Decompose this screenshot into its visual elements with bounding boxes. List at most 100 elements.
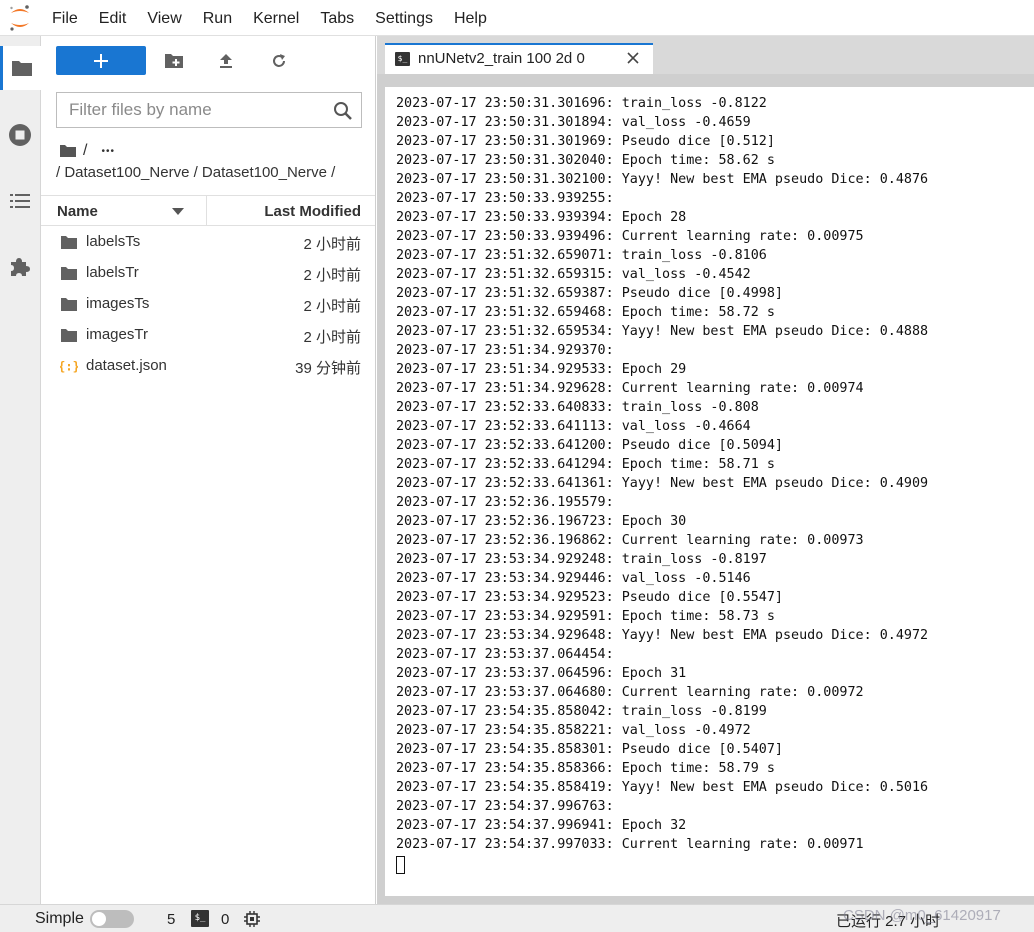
terminal-output[interactable]: 2023-07-17 23:50:31.301696: train_loss -…	[385, 87, 1034, 896]
cpu-icon[interactable]	[243, 910, 261, 928]
terminal-line: 2023-07-17 23:51:32.659387: Pseudo dice …	[396, 286, 783, 301]
tab-terminal[interactable]: $_ nnUNetv2_train 100 2d 0	[385, 43, 653, 74]
terminal-line: 2023-07-17 23:50:31.302100: Yayy! New be…	[396, 172, 929, 187]
menu-kernel[interactable]: Kernel	[253, 0, 299, 36]
new-folder-button[interactable]	[163, 50, 185, 72]
terminal-line: 2023-07-17 23:52:36.196862: Current lear…	[396, 533, 864, 548]
table-of-contents-tab[interactable]	[0, 179, 40, 223]
terminal-line: 2023-07-17 23:50:33.939394: Epoch 28	[396, 210, 687, 225]
file-name: dataset.json	[86, 357, 167, 374]
terminal-line: 2023-07-17 23:52:33.641113: val_loss -0.…	[396, 419, 751, 434]
file-modified: 2 小时前	[303, 267, 361, 284]
column-name[interactable]: Name	[57, 203, 98, 220]
upload-icon	[220, 54, 232, 68]
terminal-line: 2023-07-17 23:54:37.996763:	[396, 799, 614, 814]
main-menu: File Edit View Run Kernel Tabs Settings …	[52, 0, 508, 36]
terminal-count[interactable]: 0	[221, 911, 229, 928]
file-row-imagesTs[interactable]: imagesTs 2 小时前	[41, 289, 375, 320]
menu-edit[interactable]: Edit	[99, 0, 127, 36]
terminal-lines: 2023-07-17 23:50:31.301696: train_loss -…	[396, 94, 928, 854]
file-browser-panel: + / ••• / Dataset100_Nerve / Dataset100_…	[41, 36, 376, 904]
file-row-dataset-json[interactable]: {:} dataset.json 39 分钟前	[41, 351, 375, 382]
terminal-line: 2023-07-17 23:50:31.301969: Pseudo dice …	[396, 134, 775, 149]
filter-box	[56, 92, 362, 128]
menu-help[interactable]: Help	[454, 0, 487, 36]
terminal-line: 2023-07-17 23:53:34.929248: train_loss -…	[396, 552, 767, 567]
file-modified: 2 小时前	[303, 236, 361, 253]
extension-icon	[11, 258, 30, 276]
file-browser-tab[interactable]	[0, 46, 41, 90]
file-row-labelsTr[interactable]: labelsTr 2 小时前	[41, 258, 375, 289]
terminal-line: 2023-07-17 23:51:32.659468: Epoch time: …	[396, 305, 775, 320]
file-name: labelsTr	[86, 264, 139, 281]
menu-tabs[interactable]: Tabs	[320, 0, 354, 36]
folder-icon	[60, 296, 78, 312]
activity-bar	[0, 36, 41, 904]
terminal-line: 2023-07-17 23:54:37.997033: Current lear…	[396, 837, 864, 852]
refresh-icon	[273, 54, 285, 67]
breadcrumb: / •••	[59, 140, 115, 162]
breadcrumb-path[interactable]: / Dataset100_Nerve / Dataset100_Nerve /	[56, 164, 335, 181]
breadcrumb-ellipsis[interactable]: •••	[101, 146, 115, 157]
file-row-labelsTs[interactable]: labelsTs 2 小时前	[41, 227, 375, 258]
terminal-line: 2023-07-17 23:52:33.641361: Yayy! New be…	[396, 476, 929, 491]
breadcrumb-root[interactable]: /	[83, 142, 87, 160]
terminal-line: 2023-07-17 23:53:34.929648: Yayy! New be…	[396, 628, 929, 643]
terminal-line: 2023-07-17 23:52:33.641294: Epoch time: …	[396, 457, 775, 472]
menu-file[interactable]: File	[52, 0, 78, 36]
terminal-line: 2023-07-17 23:53:34.929446: val_loss -0.…	[396, 571, 751, 586]
terminal-line: 2023-07-17 23:50:31.301894: val_loss -0.…	[396, 115, 751, 130]
filter-files-input[interactable]	[57, 93, 327, 127]
tab-title: nnUNetv2_train 100 2d 0	[418, 50, 585, 67]
terminal-line: 2023-07-17 23:50:33.939496: Current lear…	[396, 229, 864, 244]
column-divider	[206, 196, 207, 226]
terminal-line: 2023-07-17 23:52:36.196723: Epoch 30	[396, 514, 687, 529]
file-name: imagesTs	[86, 295, 150, 312]
status-bar: Simple 5 $_ 0 已运行 2.7 小时 CSDN @m0_614209…	[0, 904, 1034, 932]
terminal-line: 2023-07-17 23:54:35.858221: val_loss -0.…	[396, 723, 751, 738]
upload-button[interactable]	[215, 50, 237, 72]
terminal-line: 2023-07-17 23:53:37.064596: Epoch 31	[396, 666, 687, 681]
extension-manager-tab[interactable]	[0, 245, 40, 289]
terminal-line: 2023-07-17 23:52:33.640833: train_loss -…	[396, 400, 759, 415]
running-sessions-tab[interactable]	[0, 113, 40, 157]
new-launcher-button[interactable]: +	[56, 46, 146, 75]
terminal-cursor	[396, 856, 405, 874]
new-folder-icon	[165, 54, 183, 68]
file-list: labelsTs 2 小时前 labelsTr 2 小时前 imagesTs 2…	[41, 227, 375, 382]
column-last-modified[interactable]: Last Modified	[264, 203, 361, 220]
terminal-line: 2023-07-17 23:50:31.302040: Epoch time: …	[396, 153, 775, 168]
close-icon[interactable]	[625, 50, 641, 66]
file-modified: 2 小时前	[303, 298, 361, 315]
kernel-count[interactable]: 5	[167, 911, 175, 928]
sort-caret-down-icon[interactable]	[172, 208, 184, 216]
terminal-line: 2023-07-17 23:50:33.939255:	[396, 191, 614, 206]
menu-run[interactable]: Run	[203, 0, 232, 36]
file-row-imagesTr[interactable]: imagesTr 2 小时前	[41, 320, 375, 351]
svg-text:{:}: {:}	[60, 360, 78, 374]
terminal-line: 2023-07-17 23:54:35.858042: train_loss -…	[396, 704, 767, 719]
file-name: labelsTs	[86, 233, 141, 250]
file-modified: 2 小时前	[303, 329, 361, 346]
terminal-line: 2023-07-17 23:52:36.195579:	[396, 495, 614, 510]
jupyter-logo	[8, 4, 32, 32]
terminal-line: 2023-07-17 23:53:37.064454:	[396, 647, 614, 662]
terminal-line: 2023-07-17 23:54:35.858301: Pseudo dice …	[396, 742, 783, 757]
folder-icon	[60, 327, 78, 343]
terminal-line: 2023-07-17 23:54:35.858419: Yayy! New be…	[396, 780, 929, 795]
terminal-line: 2023-07-17 23:53:37.064680: Current lear…	[396, 685, 864, 700]
breadcrumb-home-folder-icon[interactable]	[59, 144, 77, 158]
refresh-button[interactable]	[268, 50, 290, 72]
terminal-line: 2023-07-17 23:52:33.641200: Pseudo dice …	[396, 438, 783, 453]
terminal-line: 2023-07-17 23:51:34.929628: Current lear…	[396, 381, 864, 396]
plus-icon	[94, 53, 108, 68]
terminal-line: 2023-07-17 23:53:34.929591: Epoch time: …	[396, 609, 775, 624]
main-dock-area: $_ nnUNetv2_train 100 2d 0 2023-07-17 23…	[377, 36, 1034, 904]
toc-icon	[10, 194, 30, 208]
terminal-line: 2023-07-17 23:51:32.659315: val_loss -0.…	[396, 267, 751, 282]
menu-view[interactable]: View	[147, 0, 181, 36]
file-name: imagesTr	[86, 326, 148, 343]
menu-settings[interactable]: Settings	[375, 0, 433, 36]
terminal-icon[interactable]: $_	[191, 910, 209, 927]
simple-mode-toggle[interactable]	[90, 910, 134, 928]
